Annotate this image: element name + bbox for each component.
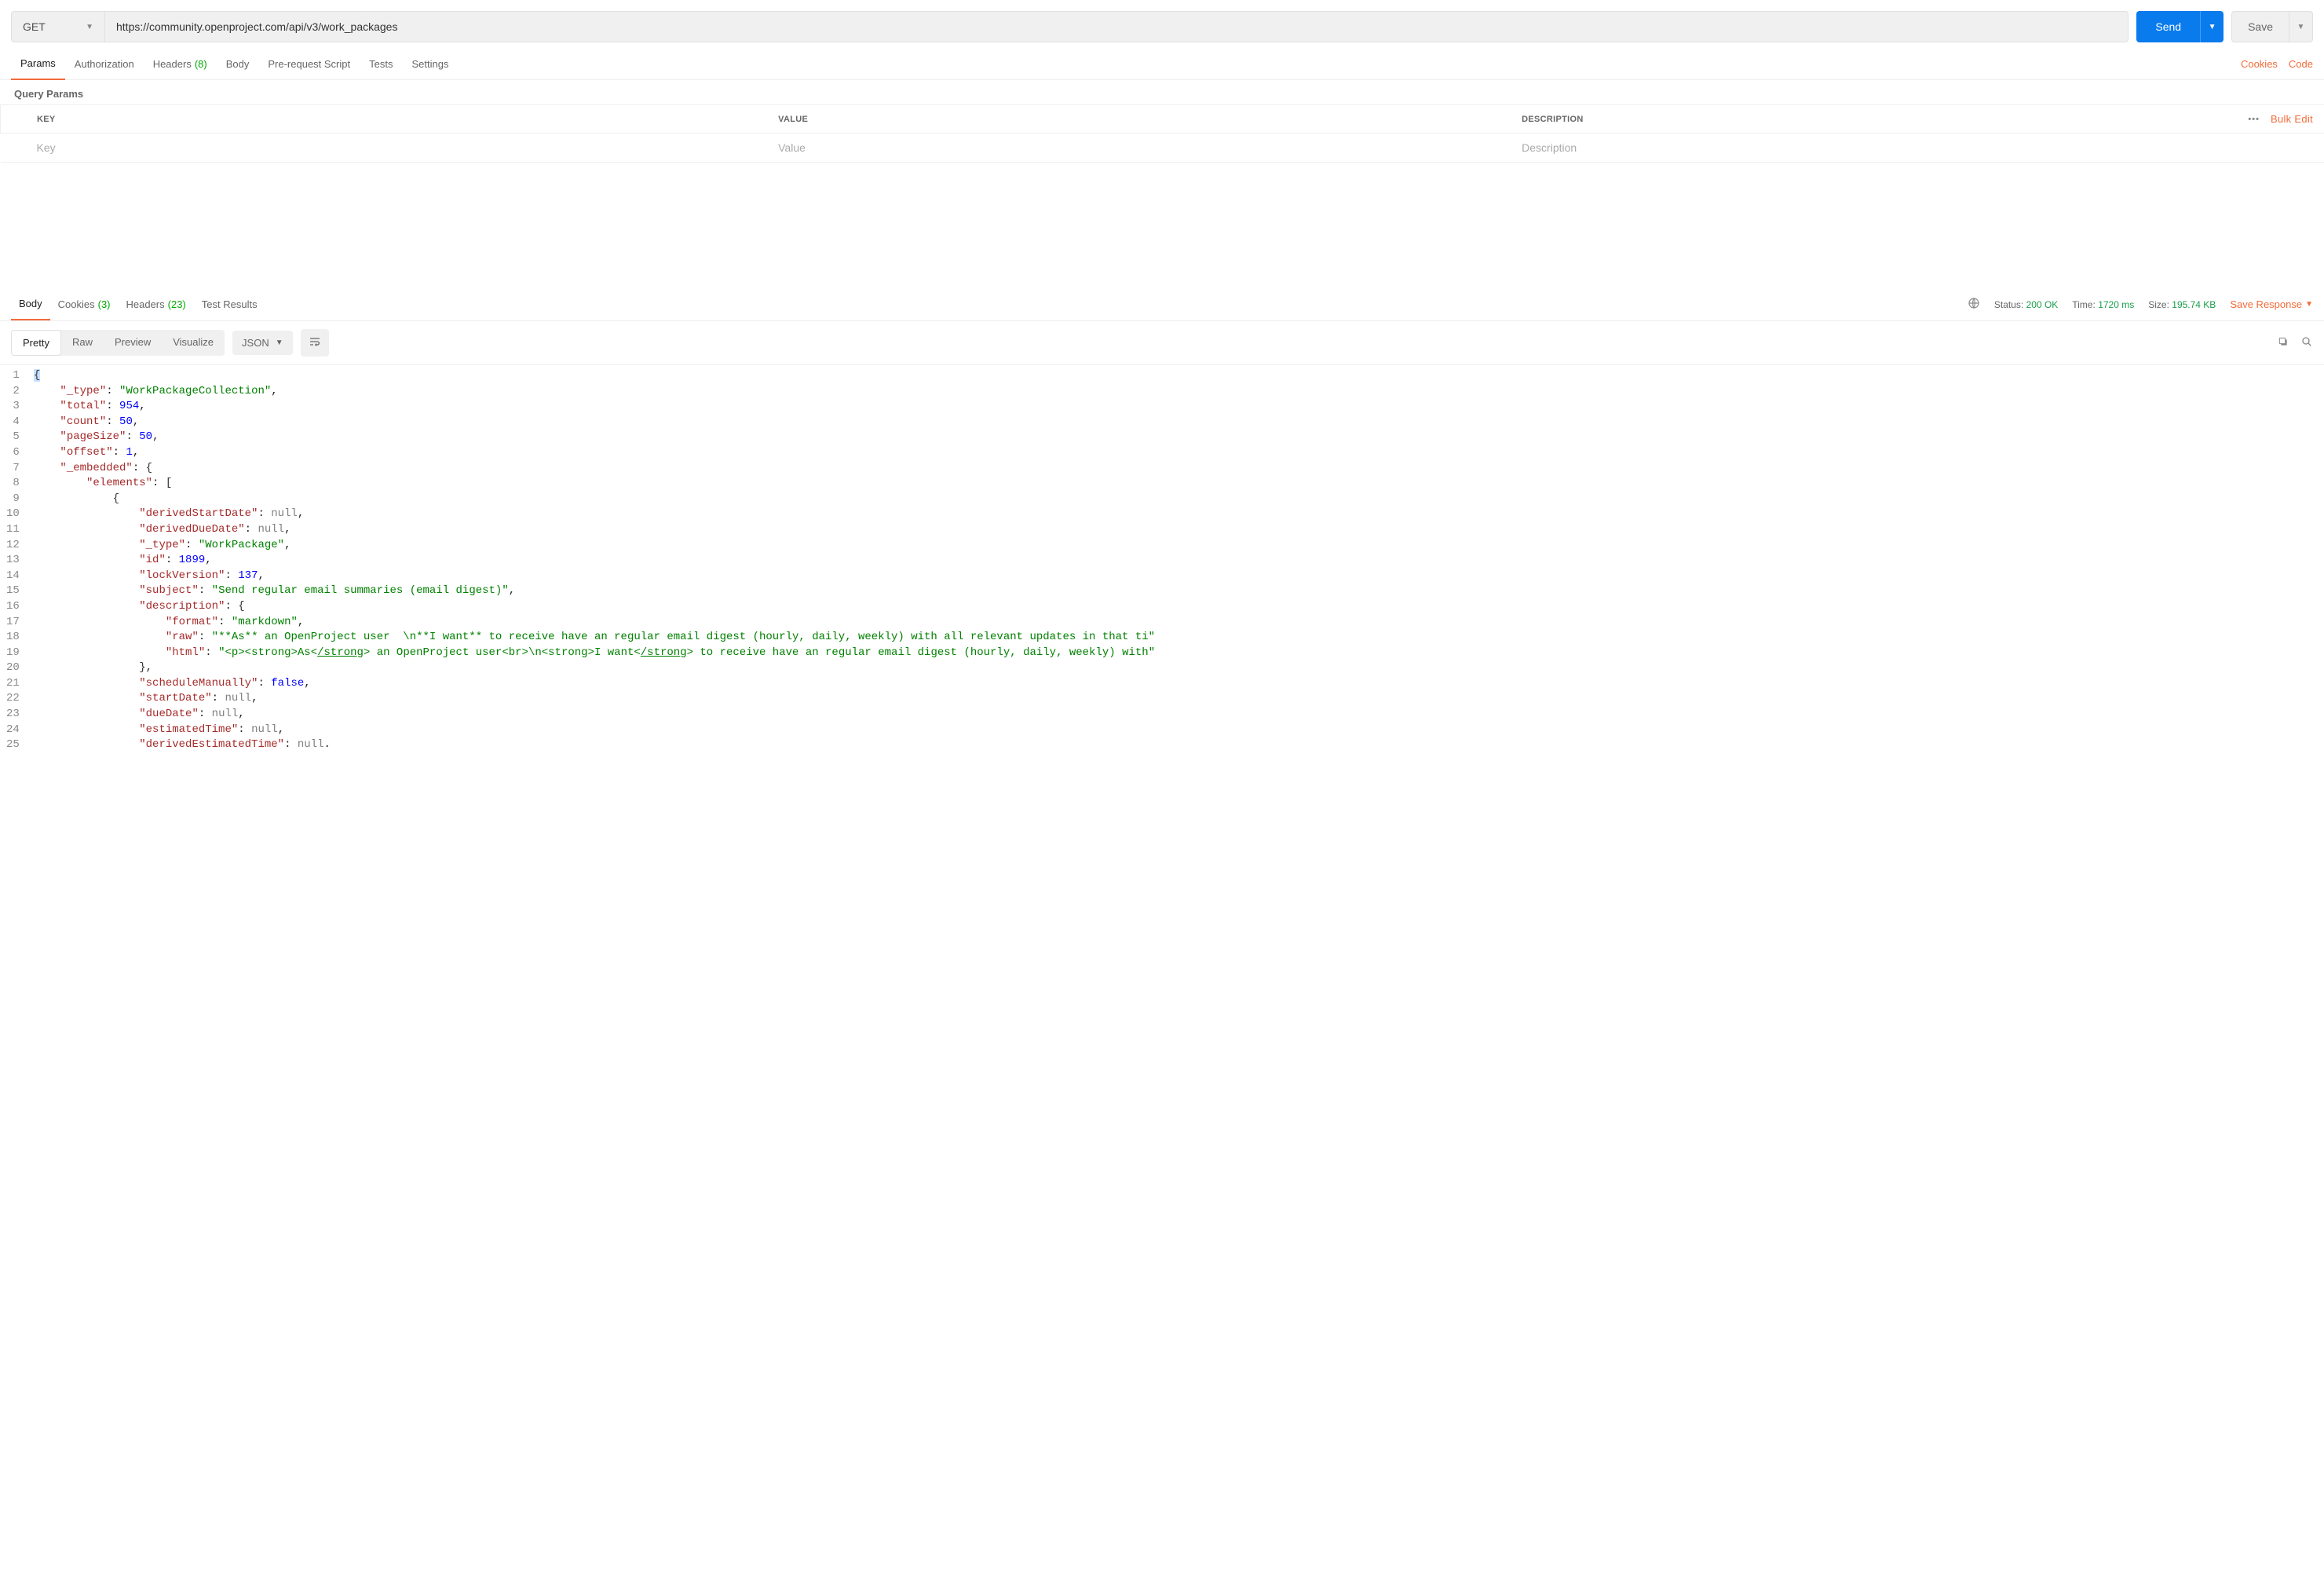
col-description: DESCRIPTION bbox=[1511, 105, 2138, 134]
resp-tab-headers-label: Headers bbox=[126, 298, 165, 310]
line-gutter: 1234567891011121314151617181920212223242… bbox=[0, 365, 31, 756]
value-input[interactable]: Value bbox=[767, 134, 1511, 163]
time-label: Time: bbox=[2072, 299, 2096, 310]
tab-authorization[interactable]: Authorization bbox=[65, 49, 144, 80]
more-icon[interactable]: ••• bbox=[2248, 115, 2260, 124]
description-input[interactable]: Description bbox=[1511, 134, 2324, 163]
col-key: KEY bbox=[1, 105, 768, 134]
tab-body[interactable]: Body bbox=[217, 49, 259, 80]
bulk-edit-link[interactable]: Bulk Edit bbox=[2271, 113, 2313, 125]
resp-tab-headers[interactable]: Headers (23) bbox=[119, 289, 194, 320]
globe-icon[interactable] bbox=[1968, 297, 1980, 312]
save-response-label: Save Response bbox=[2230, 298, 2302, 310]
tab-tests[interactable]: Tests bbox=[360, 49, 402, 80]
request-tabs: Params Authorization Headers (8) Body Pr… bbox=[0, 49, 2324, 80]
tab-headers-label: Headers bbox=[153, 58, 192, 70]
query-params-title: Query Params bbox=[0, 80, 2324, 104]
save-button[interactable]: Save bbox=[2231, 11, 2289, 42]
col-value: VALUE bbox=[767, 105, 1511, 134]
wrap-lines-button[interactable] bbox=[301, 329, 329, 357]
param-row-empty[interactable]: Key Value Description bbox=[1, 134, 2324, 163]
http-method-value: GET bbox=[23, 20, 46, 33]
view-pretty[interactable]: Pretty bbox=[11, 330, 61, 356]
format-value: JSON bbox=[242, 337, 269, 349]
tab-headers[interactable]: Headers (8) bbox=[144, 49, 217, 80]
tab-headers-count: (8) bbox=[195, 58, 207, 70]
tab-settings[interactable]: Settings bbox=[402, 49, 458, 80]
col-actions: ••• Bulk Edit bbox=[2138, 105, 2324, 134]
format-select[interactable]: JSON ▼ bbox=[232, 331, 293, 355]
resp-tab-cookies-label: Cookies bbox=[58, 298, 95, 310]
chevron-down-icon: ▼ bbox=[2305, 300, 2313, 309]
url-value: https://community.openproject.com/api/v3… bbox=[116, 20, 397, 33]
status-value: 200 OK bbox=[2026, 299, 2059, 310]
view-visualize[interactable]: Visualize bbox=[162, 330, 225, 356]
resp-tab-cookies[interactable]: Cookies (3) bbox=[50, 289, 119, 320]
key-input[interactable]: Key bbox=[1, 134, 768, 163]
status-label: Status: bbox=[1994, 299, 2023, 310]
tab-params[interactable]: Params bbox=[11, 49, 65, 80]
chevron-down-icon: ▼ bbox=[276, 338, 283, 347]
save-response-button[interactable]: Save Response ▼ bbox=[2230, 298, 2313, 310]
http-method-select[interactable]: GET ▼ bbox=[11, 11, 105, 42]
size-value: 195.74 KB bbox=[2172, 299, 2216, 310]
chevron-down-icon: ▼ bbox=[86, 23, 93, 31]
time-value: 1720 ms bbox=[2098, 299, 2134, 310]
response-view-toolbar: Pretty Raw Preview Visualize JSON ▼ bbox=[0, 321, 2324, 365]
view-raw[interactable]: Raw bbox=[61, 330, 104, 356]
view-preview[interactable]: Preview bbox=[104, 330, 162, 356]
response-tabs: Body Cookies (3) Headers (23) Test Resul… bbox=[0, 288, 2324, 321]
url-input[interactable]: https://community.openproject.com/api/v3… bbox=[105, 11, 2129, 42]
query-params-table: KEY VALUE DESCRIPTION ••• Bulk Edit Key … bbox=[0, 104, 2324, 163]
copy-icon[interactable] bbox=[2277, 335, 2289, 350]
save-dropdown-button[interactable]: ▼ bbox=[2289, 11, 2313, 42]
resp-tab-headers-count: (23) bbox=[168, 298, 186, 310]
code-content: { "_type": "WorkPackageCollection", "tot… bbox=[31, 365, 1155, 756]
send-button[interactable]: Send bbox=[2136, 11, 2200, 42]
send-dropdown-button[interactable]: ▼ bbox=[2200, 11, 2224, 42]
cookies-link[interactable]: Cookies bbox=[2241, 58, 2278, 70]
code-link[interactable]: Code bbox=[2289, 58, 2313, 70]
size-label: Size: bbox=[2148, 299, 2169, 310]
resp-tab-test-results[interactable]: Test Results bbox=[194, 289, 265, 320]
resp-tab-body[interactable]: Body bbox=[11, 289, 50, 320]
search-icon[interactable] bbox=[2300, 335, 2313, 350]
tab-prerequest[interactable]: Pre-request Script bbox=[258, 49, 360, 80]
response-body-editor[interactable]: 1234567891011121314151617181920212223242… bbox=[0, 365, 2324, 756]
resp-tab-cookies-count: (3) bbox=[98, 298, 111, 310]
